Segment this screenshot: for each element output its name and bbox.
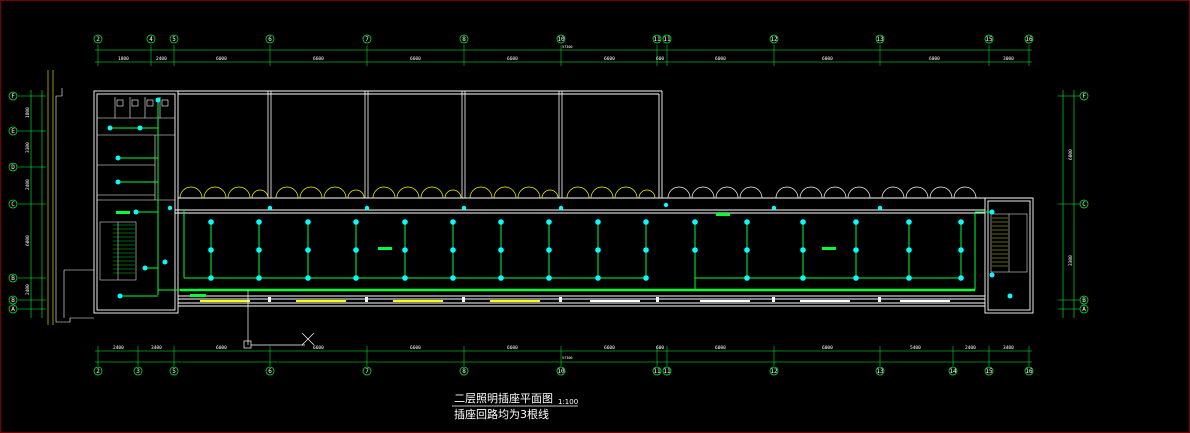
top-dim: 6000 (715, 56, 726, 62)
title-block: 二层照明插座平面图 1:100 插座回路均为3根线 (452, 391, 578, 421)
right-axis-labels: F C B A (1082, 93, 1086, 313)
top-axis-label: 12 (770, 36, 778, 43)
top-dim: 600 (656, 56, 664, 62)
bottom-axis-label: 12 (770, 368, 778, 375)
top-axis-label: 4 (149, 36, 153, 43)
bottom-dim: 6000 (715, 345, 726, 351)
left-stair-treads (113, 224, 135, 274)
right-dim: 6000 (1068, 149, 1074, 160)
left-axis-label: F (11, 93, 15, 100)
bottom-axis-label: 13 (876, 368, 884, 375)
bottom-axis-label: 16 (1025, 368, 1033, 375)
top-axis-label: 13 (876, 36, 884, 43)
top-dim: 6600 (410, 56, 421, 62)
bottom-axis-labels: 2 3 5 6 7 8 10 11 11 12 13 14 15 16 (96, 368, 1033, 375)
top-axis-label: 11 (653, 36, 661, 43)
drawing-title: 二层照明插座平面图 (454, 391, 553, 405)
top-dimension-lines (95, 49, 1032, 63)
right-segment-dimensions: 6000 3300 (1068, 149, 1074, 266)
bottom-axis-label: 15 (985, 368, 993, 375)
top-axis-labels: 2 4 5 6 7 8 10 11 11 12 13 15 16 (96, 36, 1033, 43)
top-axis-label: 6 (268, 36, 272, 43)
right-axis-label: A (1082, 306, 1086, 313)
door-swings-left (179, 186, 656, 199)
top-axis-label: 8 (462, 36, 466, 43)
bottom-axis-label: 11 (653, 368, 661, 375)
right-dim: 3300 (1068, 255, 1074, 266)
top-dim: 2400 (156, 56, 167, 62)
left-dim: 1800 (25, 107, 31, 118)
top-axis-label: 15 (985, 36, 993, 43)
bottom-axis-label: 11 (663, 368, 671, 375)
top-dim: 1800 (118, 56, 129, 62)
bottom-axis-label: 3 (136, 368, 140, 375)
left-axis-label: D (11, 164, 15, 171)
bottom-axis-label: 8 (462, 368, 466, 375)
left-stair (99, 221, 137, 281)
left-dim: 3300 (25, 142, 31, 153)
right-axis-label: F (1082, 93, 1086, 100)
left-axis-label: B (11, 275, 15, 282)
left-axis-label: E (11, 128, 15, 135)
drawing-scale: 1:100 (558, 398, 578, 406)
left-dimension-lines (30, 70, 54, 325)
bottom-axis-label: 7 (365, 368, 369, 375)
left-axis-label: C (11, 201, 15, 208)
top-dim: 6000 (216, 56, 227, 62)
bottom-dim: 6600 (507, 345, 518, 351)
right-axis-label: B (1082, 297, 1086, 304)
bottom-dim: 3400 (1003, 345, 1014, 351)
left-axis-label: B (11, 297, 15, 304)
bottom-dim: 6000 (822, 345, 833, 351)
bottom-axis-label: 14 (949, 368, 957, 375)
top-dim: 6600 (313, 56, 324, 62)
left-segment-dimensions: 1800 3300 2400 6000 2400 (25, 107, 31, 295)
left-annex-outline (55, 88, 94, 323)
top-dim: 6000 (929, 56, 940, 62)
bottom-axis-label: 10 (557, 368, 565, 375)
left-dim: 2400 (25, 284, 31, 295)
bottom-dim: 3400 (151, 345, 162, 351)
bottom-dim: 5400 (910, 345, 921, 351)
right-axis-ticks (1058, 95, 1080, 310)
bottom-axis-label: 5 (172, 368, 176, 375)
top-axis-label: 2 (96, 36, 100, 43)
exterior-walls (93, 90, 1034, 314)
bottom-total-dimension: 57300 (562, 356, 573, 360)
top-axis-label: 16 (1025, 36, 1033, 43)
bottom-dim: 600 (656, 345, 664, 351)
top-dim: 6000 (822, 56, 833, 62)
top-axis-label: 11 (663, 36, 671, 43)
left-wing-rooms (97, 97, 175, 201)
left-dim: 2400 (25, 179, 31, 190)
left-dim: 6000 (25, 235, 31, 246)
classroom-partitions (267, 91, 563, 198)
bottom-axis-label: 6 (268, 368, 272, 375)
bottom-dim: 6600 (604, 345, 615, 351)
top-dim: 6600 (604, 56, 615, 62)
floor-plan-canvas[interactable]: 57300 1800 2400 6000 6600 6600 6600 6600… (0, 0, 1190, 433)
top-segment-dimensions: 1800 2400 6000 6600 6600 6600 6600 600 6… (118, 56, 1014, 62)
bottom-dim: 6000 (216, 345, 227, 351)
bottom-dim: 6600 (313, 345, 324, 351)
left-axis-labels: F E D C B B A (11, 93, 15, 313)
drawing-note: 插座回路均为3根线 (454, 407, 549, 421)
top-dim: 3000 (1003, 56, 1014, 62)
column-markers (268, 297, 881, 302)
top-total-dimension: 57300 (562, 45, 573, 49)
right-stair-treads (992, 217, 1008, 267)
bottom-dim: 2400 (965, 345, 976, 351)
panel-markers (116, 211, 836, 297)
bottom-axis-label: 2 (96, 368, 100, 375)
bottom-dim: 6600 (410, 345, 421, 351)
left-axis-label: A (11, 306, 15, 313)
right-axis-label: C (1082, 201, 1086, 208)
right-stair (990, 213, 1028, 273)
door-swings-right (667, 186, 977, 199)
top-dim: 6600 (507, 56, 518, 62)
top-axis-label: 7 (365, 36, 369, 43)
top-axis-label: 10 (557, 36, 565, 43)
bottom-dim: 2400 (113, 345, 124, 351)
top-axis-label: 5 (172, 36, 176, 43)
